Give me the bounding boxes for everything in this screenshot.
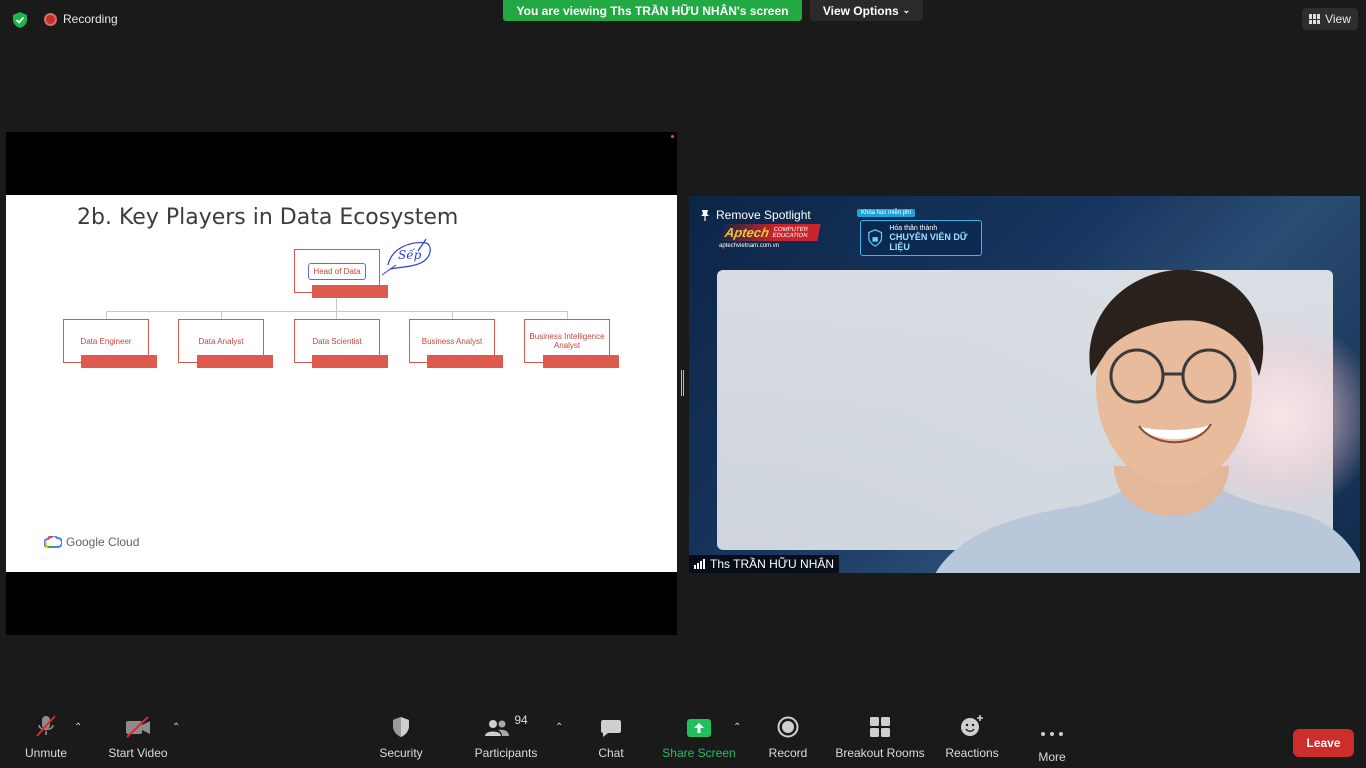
org-node-label: Business Intelligence Analyst xyxy=(529,332,605,350)
security-shield-icon[interactable] xyxy=(11,11,29,29)
video-camera-off-icon xyxy=(126,716,150,738)
participant-name: Ths TRẦN HỮU NHÂN xyxy=(710,557,835,571)
org-connector-vertical xyxy=(336,298,337,311)
pin-icon xyxy=(701,209,709,221)
start-video-label: Start Video xyxy=(108,746,168,760)
org-node-head-label: Head of Data xyxy=(308,262,366,280)
cloud-icon xyxy=(44,536,62,548)
org-connector-drop xyxy=(567,311,568,319)
org-node-bar xyxy=(81,355,157,368)
org-node-label: Data Analyst xyxy=(198,336,244,346)
participant-person xyxy=(935,269,1360,573)
security-label: Security xyxy=(379,746,423,760)
unmute-button[interactable]: Unmute xyxy=(18,708,74,768)
view-layout-button[interactable]: View xyxy=(1302,8,1358,30)
participants-options-caret[interactable]: ⌃ xyxy=(555,722,563,733)
reactions-label: Reactions xyxy=(945,746,999,760)
record-button[interactable]: Record xyxy=(764,708,812,768)
zoom-meeting-window: Recording You are viewing Ths TRẦN HỮU N… xyxy=(0,0,1366,768)
handwriting-text: Sếp xyxy=(398,247,422,262)
remove-spotlight-button[interactable]: Remove Spotlight xyxy=(700,208,811,222)
signal-strength-icon xyxy=(694,559,705,569)
aptech-url: aptechvietnam.com.vn xyxy=(719,243,780,249)
leave-button[interactable]: Leave xyxy=(1293,729,1354,757)
participants-button[interactable]: 94 Participants xyxy=(470,708,542,768)
org-node-label: Data Engineer xyxy=(80,336,132,346)
aptech-logo-text: Aptech xyxy=(723,225,771,240)
start-video-button[interactable]: Start Video xyxy=(104,708,172,768)
org-connector-drop xyxy=(336,311,337,319)
viewing-screen-banner: You are viewing Ths TRẦN HỮU NHÂN's scre… xyxy=(503,0,802,21)
org-node-head-bar xyxy=(312,285,388,298)
org-node-label: Business Analyst xyxy=(421,336,483,346)
participants-label: Participants xyxy=(474,746,538,760)
aptech-logo: Aptech COMPUTER EDUCATION aptechvietnam.… xyxy=(717,224,821,249)
breakout-rooms-icon xyxy=(870,717,890,737)
grid-view-icon xyxy=(1309,14,1321,24)
participant-video-tile[interactable]: Remove Spotlight Aptech COMPUTER EDUCATI… xyxy=(689,196,1360,573)
shield-lock-icon xyxy=(868,229,883,247)
org-connector-drop xyxy=(221,311,222,319)
org-node-bar xyxy=(197,355,273,368)
aptech-logo-sub: COMPUTER EDUCATION xyxy=(772,226,809,239)
share-options-caret[interactable]: ⌃ xyxy=(733,722,741,733)
org-connector-drop xyxy=(106,311,107,319)
handwriting-annotation: Sếp xyxy=(382,238,431,276)
video-options-caret[interactable]: ⌃ xyxy=(172,722,180,733)
more-label: More xyxy=(1038,750,1066,764)
security-button[interactable]: Security xyxy=(372,708,430,768)
microphone-muted-icon xyxy=(36,715,56,737)
record-label: Record xyxy=(768,746,808,760)
remove-spotlight-label: Remove Spotlight xyxy=(716,208,811,222)
participants-icon xyxy=(485,720,510,736)
breakout-rooms-label: Breakout Rooms xyxy=(835,746,925,760)
share-screen-arrow-icon xyxy=(687,719,711,737)
recording-dot-icon xyxy=(44,12,57,26)
more-button[interactable]: More xyxy=(1030,708,1074,768)
more-dots-icon xyxy=(1041,732,1063,736)
shared-screen[interactable]: 2b. Key Players in Data Ecosystem Head o… xyxy=(6,132,677,635)
slide-title: 2b. Key Players in Data Ecosystem xyxy=(77,205,459,230)
org-connector-horizontal xyxy=(106,311,568,312)
org-node-label: Data Scientist xyxy=(312,336,362,346)
recording-indicator[interactable]: Recording xyxy=(44,12,118,26)
shield-icon xyxy=(393,717,409,737)
chat-bubble-icon xyxy=(601,720,621,737)
unmute-label: Unmute xyxy=(24,746,68,760)
participant-name-tag: Ths TRẦN HỮU NHÂN xyxy=(689,555,840,573)
view-label: View xyxy=(1325,12,1351,26)
badge-line1: Hóa thân thành xyxy=(889,224,938,232)
reactions-button[interactable]: Reactions xyxy=(942,708,1002,768)
presentation-slide: 2b. Key Players in Data Ecosystem Head o… xyxy=(6,195,677,572)
share-screen-button[interactable]: Share Screen xyxy=(662,708,736,768)
audio-options-caret[interactable]: ⌃ xyxy=(74,722,82,733)
meeting-controls-toolbar: Unmute ⌃ Start Video ⌃ Security 94 Parti… xyxy=(0,708,1366,768)
view-options-button[interactable]: View Options ⌄ xyxy=(810,0,923,21)
chevron-down-icon: ⌄ xyxy=(902,5,911,15)
share-screen-label: Share Screen xyxy=(662,746,736,760)
promo-badge: Hóa thân thành CHUYÊN VIÊN DỮ LIỆU xyxy=(860,220,982,256)
chat-label: Chat xyxy=(598,746,624,760)
org-node-bar xyxy=(543,355,619,368)
breakout-rooms-button[interactable]: Breakout Rooms xyxy=(834,708,926,768)
google-cloud-text: Google Cloud xyxy=(66,535,140,549)
participant-count: 94 xyxy=(514,713,528,727)
org-node-bar xyxy=(312,355,388,368)
promo-chip: Khóa học miễn phí xyxy=(857,209,916,217)
google-cloud-logo: Google Cloud xyxy=(44,535,139,549)
splitter-handle[interactable] xyxy=(681,370,684,396)
share-activity-dot xyxy=(671,135,674,138)
recording-label: Recording xyxy=(63,12,118,26)
org-node-bar xyxy=(427,355,503,368)
badge-line2: CHUYÊN VIÊN DỮ LIỆU xyxy=(889,231,968,252)
view-options-label: View Options xyxy=(822,3,899,18)
org-connector-drop xyxy=(452,311,453,319)
record-icon xyxy=(777,716,799,738)
smiley-plus-icon xyxy=(961,715,983,736)
chat-button[interactable]: Chat xyxy=(590,708,632,768)
